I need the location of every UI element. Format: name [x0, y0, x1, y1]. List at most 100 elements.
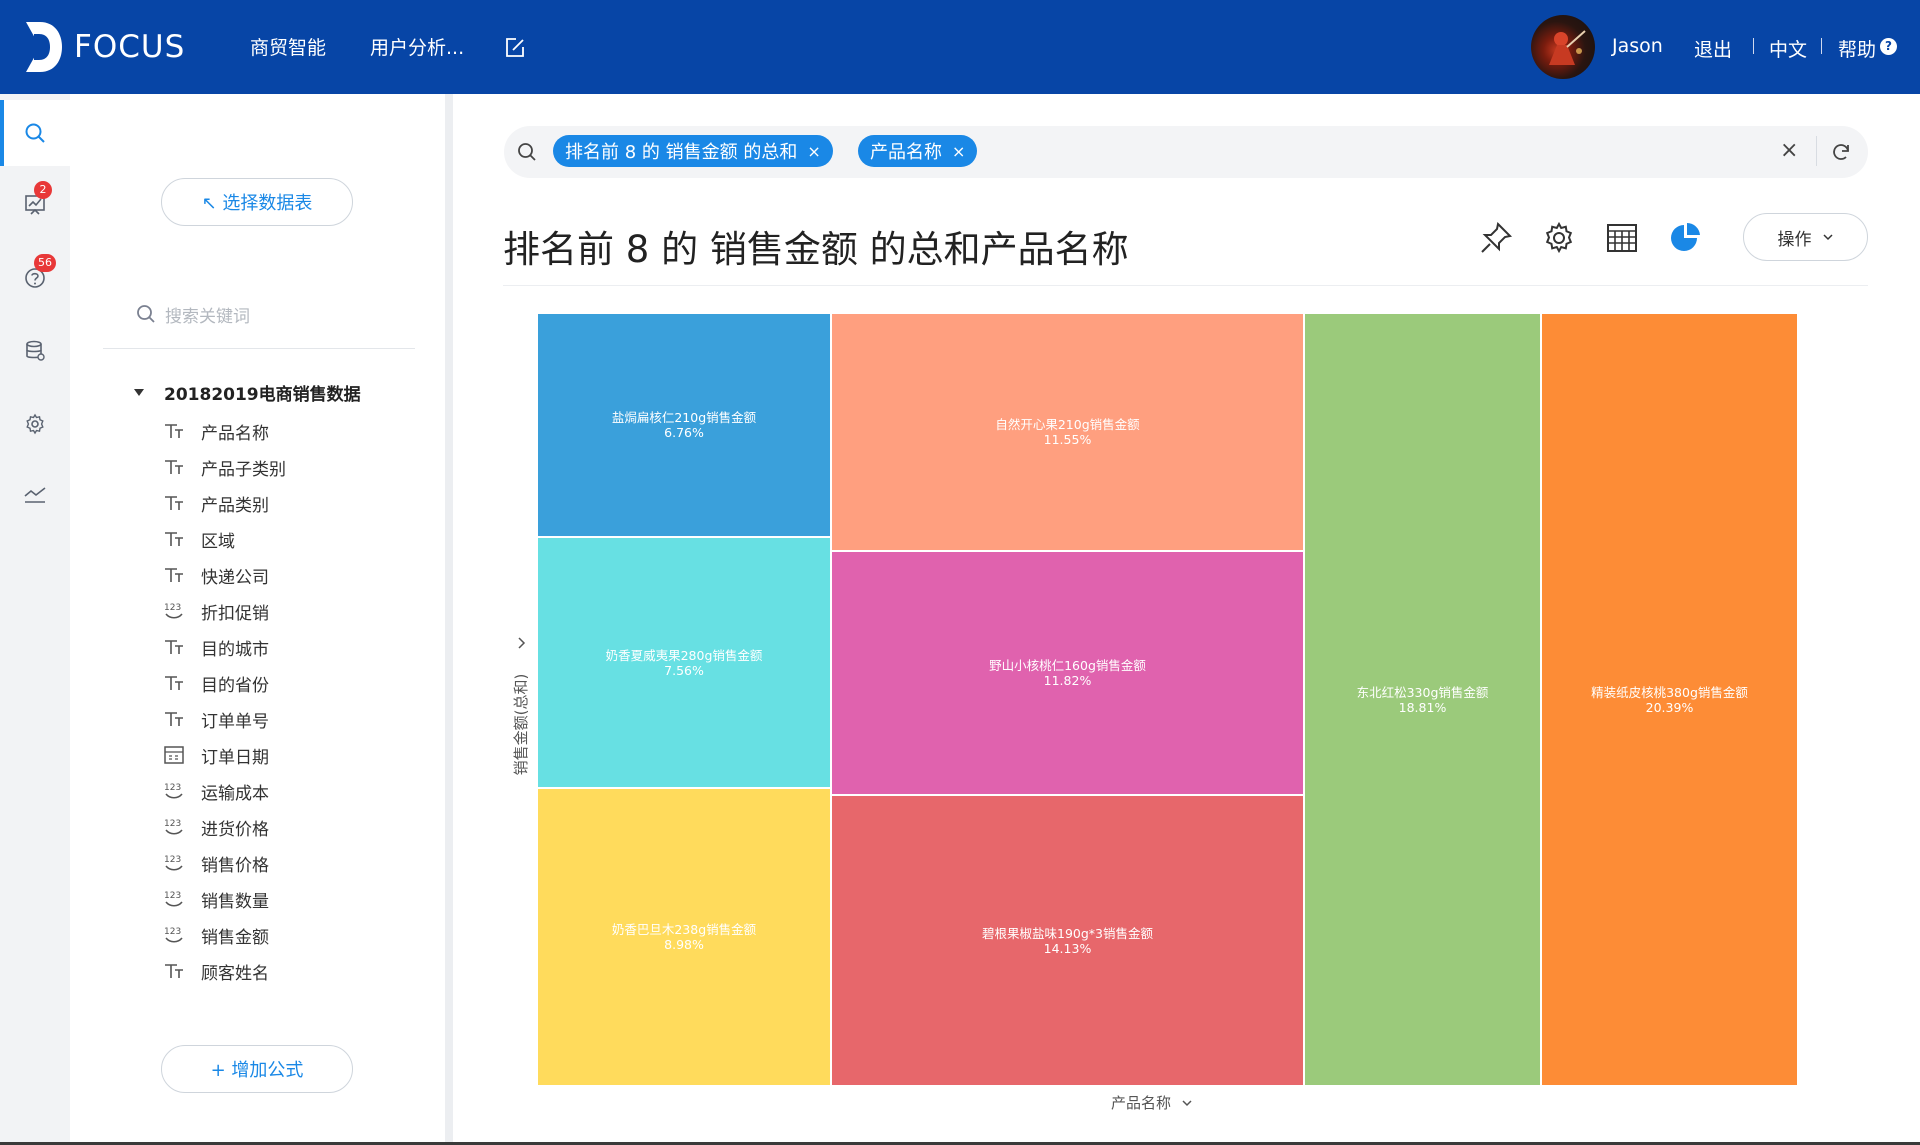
- chevron-down-icon: [1822, 234, 1833, 241]
- avatar[interactable]: [1531, 15, 1595, 79]
- refresh-icon[interactable]: [1830, 141, 1852, 163]
- keyword-search-input[interactable]: 搜索关键词: [135, 298, 415, 330]
- operations-label: 操作: [1777, 229, 1812, 250]
- dataset-node[interactable]: 20182019电商销售数据: [134, 380, 361, 405]
- help-link[interactable]: 帮助: [1838, 35, 1876, 62]
- svg-text:123: 123: [164, 855, 181, 865]
- treemap-cell[interactable]: 奶香巴旦木238g销售金额 8.98%: [537, 788, 831, 1086]
- field-item[interactable]: 目的省份: [163, 669, 269, 697]
- focus-logo[interactable]: FOCUS: [22, 20, 185, 74]
- settings-gear-icon[interactable]: [1541, 220, 1577, 256]
- edit-icon[interactable]: [503, 36, 527, 60]
- treemap-cell[interactable]: 东北红松330g销售金额 18.81%: [1304, 313, 1541, 1086]
- field-label: 销售金额: [201, 927, 269, 948]
- icon-bar: [0, 94, 70, 1145]
- y-axis-label[interactable]: 销售金额(总和): [505, 636, 535, 775]
- operations-dropdown[interactable]: 操作: [1743, 213, 1868, 261]
- field-item[interactable]: 123 运输成本: [163, 777, 269, 805]
- field-label: 目的省份: [201, 675, 269, 696]
- text-field-icon: [165, 712, 183, 726]
- field-label: 目的城市: [201, 639, 269, 660]
- search-icon[interactable]: [23, 121, 47, 145]
- y-axis-title: 销售金额(总和): [512, 673, 530, 776]
- treemap-cell-label: 碧根果椒盐味190g*3销售金额: [982, 925, 1153, 941]
- field-item[interactable]: 产品子类别: [163, 453, 286, 481]
- text-field-icon: [165, 532, 183, 546]
- text-field-icon: [165, 676, 183, 690]
- treemap-cell-label: 精装纸皮核桃380g销售金额: [1591, 684, 1748, 700]
- logout-link[interactable]: 退出: [1694, 35, 1732, 62]
- token-close-icon[interactable]: ×: [807, 142, 820, 161]
- field-item[interactable]: 123 销售金额: [163, 921, 269, 949]
- treemap-cell[interactable]: 盐焗扁核仁210g销售金额 6.76%: [537, 313, 831, 537]
- number-field-icon: 123: [164, 603, 183, 619]
- field-label: 顾客姓名: [201, 963, 269, 984]
- chevron-right-icon[interactable]: [515, 636, 529, 650]
- field-item[interactable]: 区域: [163, 525, 235, 553]
- treemap-cell-percent: 11.82%: [1043, 673, 1092, 688]
- token-close-icon[interactable]: ×: [952, 142, 965, 161]
- logo-text: FOCUS: [74, 29, 186, 65]
- treemap-cell[interactable]: 碧根果椒盐味190g*3销售金额 14.13%: [831, 795, 1304, 1086]
- number-field-icon: 123: [164, 855, 183, 871]
- field-item[interactable]: 目的城市: [163, 633, 269, 661]
- user-name[interactable]: Jason: [1612, 35, 1663, 57]
- date-field-icon: [164, 746, 184, 764]
- gear-icon[interactable]: [23, 412, 47, 436]
- trend-line-icon[interactable]: [23, 482, 47, 506]
- text-field-icon: [165, 496, 183, 510]
- field-item[interactable]: 订单单号: [163, 705, 269, 733]
- treemap-cell-label: 奶香巴旦木238g销售金额: [611, 922, 757, 937]
- treemap-cell-percent: 20.39%: [1645, 699, 1694, 715]
- panel-divider: [445, 94, 453, 1145]
- search-token-ranking[interactable]: 排名前 8 的 销售金额 的总和 ×: [553, 135, 833, 167]
- search-token-product[interactable]: 产品名称 ×: [858, 135, 978, 167]
- svg-text:123: 123: [164, 819, 181, 829]
- svg-text:123: 123: [164, 603, 181, 613]
- field-item[interactable]: 产品名称: [163, 417, 269, 445]
- x-axis-label[interactable]: 产品名称: [1111, 1092, 1193, 1113]
- logo-mark-icon: [26, 22, 62, 72]
- treemap-cell[interactable]: 奶香夏威夷果280g销售金额 7.56%: [537, 537, 831, 788]
- pie-chart-icon[interactable]: [1667, 220, 1703, 256]
- treemap-cell-percent: 6.76%: [664, 425, 704, 440]
- treemap-cell[interactable]: 精装纸皮核桃380g销售金额 20.39%: [1541, 313, 1798, 1086]
- separator: [1753, 38, 1754, 54]
- field-item[interactable]: 123 折扣促销: [163, 597, 269, 625]
- question-badge: 56: [34, 254, 56, 272]
- pin-icon[interactable]: [1478, 220, 1514, 256]
- field-label: 订单日期: [201, 747, 269, 768]
- field-item[interactable]: 快递公司: [163, 561, 269, 589]
- treemap-cell[interactable]: 自然开心果210g销售金额 11.55%: [831, 313, 1304, 551]
- nav-business-intelligence[interactable]: 商贸智能: [250, 33, 326, 60]
- table-view-icon[interactable]: [1604, 220, 1640, 256]
- database-icon[interactable]: [23, 339, 47, 363]
- number-field-icon: 123: [164, 927, 183, 943]
- field-label: 快递公司: [201, 567, 269, 588]
- collapse-caret-icon[interactable]: [134, 389, 144, 396]
- field-label: 折扣促销: [201, 603, 269, 624]
- help-question-icon[interactable]: ?: [1880, 38, 1897, 55]
- field-label: 进货价格: [201, 819, 269, 840]
- field-label: 订单单号: [201, 711, 269, 732]
- treemap-cell[interactable]: 野山小核桃仁160g销售金额 11.82%: [831, 551, 1304, 795]
- add-formula-button[interactable]: + 增加公式: [161, 1045, 353, 1093]
- text-field-icon: [165, 424, 183, 438]
- select-table-button[interactable]: ↖ 选择数据表: [161, 178, 353, 226]
- field-item[interactable]: 顾客姓名: [163, 957, 269, 985]
- svg-text:123: 123: [164, 927, 181, 937]
- treemap-cell-label: 奶香夏威夷果280g销售金额: [605, 647, 763, 663]
- field-item[interactable]: 123 销售价格: [163, 849, 269, 877]
- keyword-search-underline: [103, 348, 415, 349]
- field-item[interactable]: 123 销售数量: [163, 885, 269, 913]
- field-item[interactable]: 123 进货价格: [163, 813, 269, 841]
- nav-user-analysis[interactable]: 用户分析...: [370, 33, 464, 60]
- treemap-cell-percent: 7.56%: [664, 662, 704, 678]
- field-label: 产品名称: [201, 423, 269, 444]
- number-field-icon: 123: [164, 891, 183, 907]
- field-item[interactable]: 订单日期: [163, 741, 269, 769]
- clear-search-icon[interactable]: ×: [1780, 138, 1798, 163]
- keyword-search-placeholder: 搜索关键词: [165, 306, 250, 327]
- language-link[interactable]: 中文: [1769, 35, 1807, 62]
- field-item[interactable]: 产品类别: [163, 489, 269, 517]
